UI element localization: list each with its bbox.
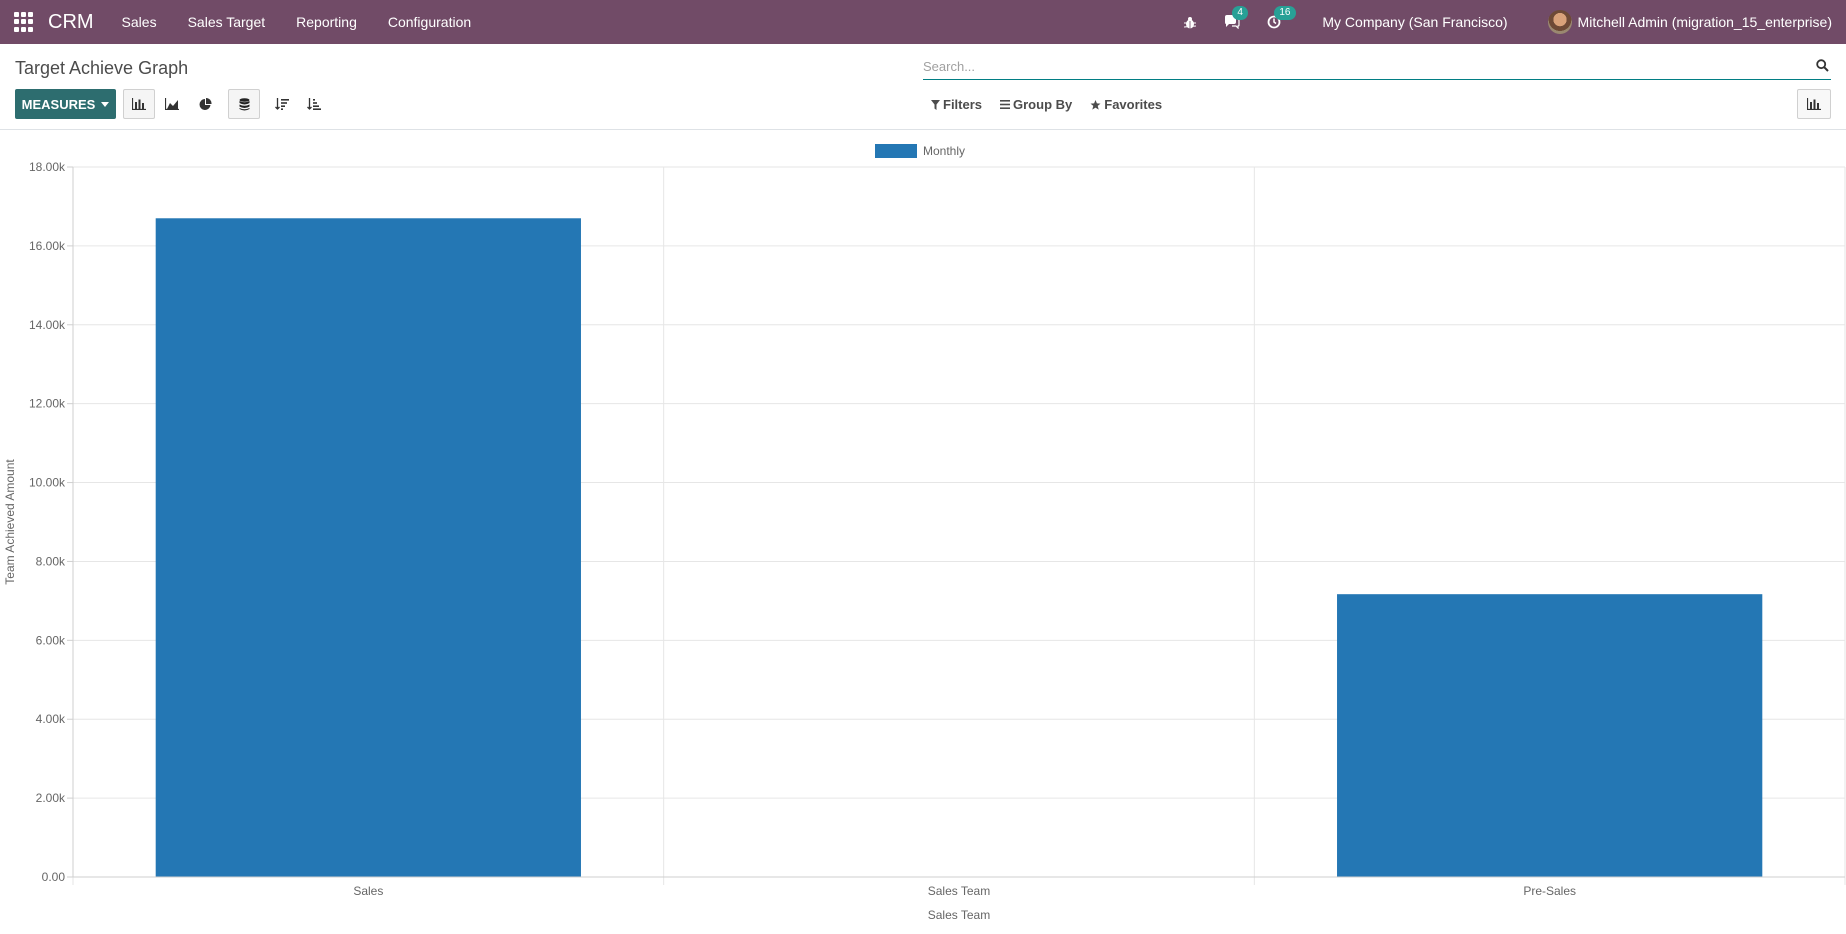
apps-menu-icon[interactable] [14, 12, 34, 32]
measures-button[interactable]: MEASURES [15, 89, 116, 119]
page-title: Target Achieve Graph [15, 58, 189, 78]
star-icon [1090, 99, 1101, 110]
x-axis-label: Sales Team [928, 908, 990, 922]
bar-chart: 0.00 2.00k 4.00k 6.00k 8.00k 10.00k 12.00k 14.0… [3, 144, 1846, 922]
group-by-dropdown[interactable]: Group By [1000, 97, 1072, 112]
pie-chart-icon [199, 97, 212, 110]
activities-count-badge: 16 [1274, 6, 1296, 20]
filters-label: Filters [943, 97, 983, 112]
menu-item-reporting[interactable]: Reporting [296, 14, 357, 30]
bar-chart-mode-button[interactable] [123, 89, 155, 119]
user-menu[interactable]: Mitchell Admin (migration_15_enterprise) [1578, 14, 1832, 30]
menu-item-configuration[interactable]: Configuration [388, 14, 471, 30]
bar-pre-sales [1337, 594, 1763, 877]
y-axis-label: Team Achieved Amount [3, 459, 17, 585]
x-tick-label: Pre-Sales [1523, 884, 1576, 898]
y-tick-label: 2.00k [36, 791, 66, 805]
filters-dropdown[interactable]: Filters [931, 97, 982, 112]
company-switcher[interactable]: My Company (San Francisco) [1322, 14, 1507, 30]
sort-amount-desc-icon [275, 98, 289, 110]
bar-chart-icon [1807, 98, 1821, 110]
navbar-systray: 4 16 My Company (San Francisco) Mitchell… [1156, 0, 1832, 44]
favorites-dropdown[interactable]: Favorites [1090, 97, 1162, 112]
debug-bug-icon[interactable] [1182, 14, 1198, 30]
sort-descending-button[interactable] [266, 89, 298, 119]
bars-icon [1000, 100, 1011, 109]
sort-ascending-button[interactable] [298, 89, 330, 119]
y-tick-label: 16.00k [29, 239, 66, 253]
messages-count-badge: 4 [1232, 6, 1248, 20]
search-input[interactable] [923, 54, 1803, 78]
control-panel: Target Achieve Graph MEASURES Filters Gr… [0, 44, 1846, 130]
menu-item-sales-target[interactable]: Sales Target [188, 14, 266, 30]
measures-label: MEASURES [21, 96, 96, 112]
messages-icon[interactable]: 4 [1224, 6, 1248, 30]
stacked-toggle-button[interactable] [228, 89, 260, 119]
user-avatar[interactable] [1547, 10, 1572, 34]
y-tick-label: 14.00k [29, 318, 66, 332]
sort-amount-asc-icon [307, 98, 321, 110]
area-chart-icon [165, 98, 179, 110]
y-tick-label: 6.00k [36, 633, 66, 647]
group-by-label: Group By [1013, 97, 1073, 112]
y-tick-label: 18.00k [29, 160, 66, 174]
y-tick-label: 4.00k [36, 712, 66, 726]
pie-chart-mode-button[interactable] [189, 89, 221, 119]
x-tick-label: Sales Team [928, 884, 990, 898]
app-brand[interactable]: CRM [48, 11, 94, 34]
bar-chart-icon [132, 98, 146, 110]
favorites-label: Favorites [1104, 97, 1163, 112]
search-bar [923, 54, 1831, 80]
legend-swatch [875, 144, 917, 158]
top-navbar: CRM Sales Sales Target Reporting Configu… [0, 0, 1846, 44]
graph-view: 0.00 2.00k 4.00k 6.00k 8.00k 10.00k 12.00k 14.0… [0, 131, 1846, 929]
search-options: Filters Group By Favorites [931, 97, 1180, 112]
database-stack-icon [239, 97, 249, 110]
caret-down-icon [101, 101, 110, 107]
filter-icon [931, 99, 940, 110]
line-chart-mode-button[interactable] [156, 89, 188, 119]
activities-clock-icon[interactable]: 16 [1266, 6, 1296, 30]
x-tick-label: Sales [353, 884, 383, 898]
y-tick-label: 8.00k [36, 554, 66, 568]
search-icon[interactable] [1816, 59, 1829, 77]
menu-item-sales[interactable]: Sales [122, 14, 157, 30]
bar-sales [155, 218, 581, 877]
graph-view-switch-button[interactable] [1797, 89, 1831, 119]
y-tick-label: 12.00k [29, 397, 66, 411]
y-tick-label: 10.00k [29, 476, 66, 490]
y-tick-label: 0.00 [42, 870, 66, 884]
legend-label: Monthly [923, 144, 965, 158]
